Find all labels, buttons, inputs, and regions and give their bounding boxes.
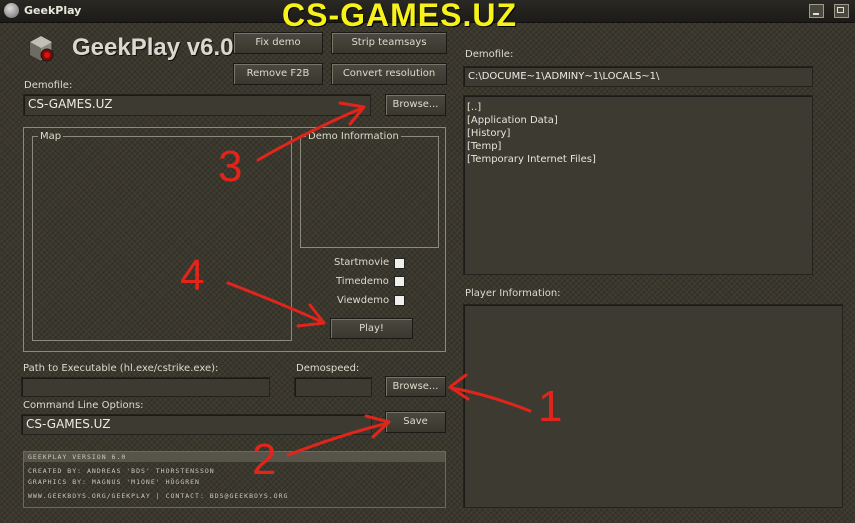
annotation-number-4: 4 (180, 251, 205, 300)
arrow-4 (226, 281, 324, 324)
annotation-number-2: 2 (252, 435, 277, 484)
annotation-arrows (226, 101, 532, 457)
arrow-1 (450, 386, 532, 413)
arrow-3 (256, 106, 364, 162)
annotation-number-3: 3 (218, 142, 243, 191)
arrow-1-head (448, 373, 470, 401)
arrow-2 (286, 421, 390, 457)
annotation-number-1: 1 (538, 382, 563, 431)
geekplay-window: GeekPlay CS-GAMES.UZ GeekPlay v6.0 Fix d… (0, 0, 855, 523)
